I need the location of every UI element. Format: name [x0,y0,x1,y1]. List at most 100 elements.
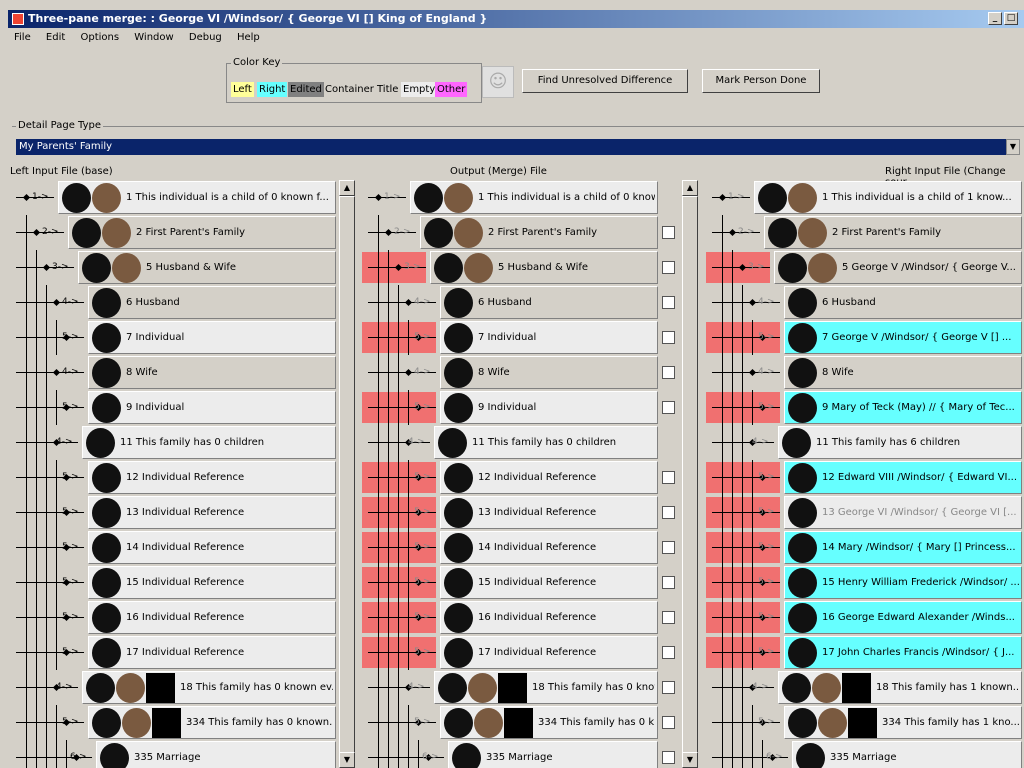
tree-row[interactable]: 2-> 2 First Parent's Family [706,215,1024,250]
menu-help[interactable]: Help [231,29,266,46]
resolve-checkbox[interactable] [662,716,675,729]
mark-person-done-button[interactable]: Mark Person Done [702,69,820,93]
tree-card[interactable]: 2 First Parent's Family [68,216,336,249]
tree-row[interactable]: 5-> 13 Individual Reference [10,495,338,530]
tree-row[interactable]: 5-> 13 George VI /Windsor/ { George VI [.… [706,495,1024,530]
resolve-checkbox[interactable] [662,331,675,344]
tree-card[interactable]: 14 Individual Reference [440,531,658,564]
maximize-button[interactable]: □ [1004,12,1018,25]
tree-row[interactable]: 5-> 9 Individual [362,390,680,425]
tree-card[interactable]: 5 Husband & Wife [78,251,336,284]
scroll-up-icon[interactable]: ▲ [682,180,698,196]
tree-row[interactable]: 4-> 6 Husband [362,285,680,320]
tree-row[interactable]: 5-> 12 Individual Reference [362,460,680,495]
output-pane[interactable]: 1-> 1 This individual is a child of 0 kno… [362,180,698,768]
tree-row[interactable]: 5-> 16 Individual Reference [10,600,338,635]
tree-row[interactable]: 4-> 11 This family has 0 children [362,425,680,460]
tree-card[interactable]: 14 Mary /Windsor/ { Mary [] Princess... [784,531,1022,564]
tree-node-icon[interactable] [42,263,51,272]
tree-card[interactable]: 7 Individual [440,321,658,354]
tree-row[interactable]: 5-> 17 John Charles Francis /Windsor/ { J… [706,635,1024,670]
resolve-checkbox[interactable] [662,751,675,764]
tree-node-icon[interactable] [404,368,413,377]
tree-row[interactable]: 4-> 8 Wife [362,355,680,390]
resolve-checkbox[interactable] [662,261,675,274]
tree-card[interactable]: 11 This family has 6 children [778,426,1022,459]
menu-window[interactable]: Window [128,29,179,46]
menu-options[interactable]: Options [74,29,125,46]
tree-card[interactable]: 7 Individual [88,321,336,354]
tree-card[interactable]: 1 This individual is a child of 1 know..… [754,181,1022,214]
tree-node-icon[interactable] [374,193,383,202]
tree-card[interactable]: 334 This family has 1 kno... [784,706,1022,739]
tree-row[interactable]: 5-> 9 Mary of Teck (May) // { Mary of Tec… [706,390,1024,425]
tree-card[interactable]: 17 Individual Reference [88,636,336,669]
tree-card[interactable]: 335 Marriage [96,741,336,768]
tree-card[interactable]: 11 This family has 0 children [82,426,336,459]
tree-node-icon[interactable] [718,193,727,202]
tree-node-icon[interactable] [384,228,393,237]
tree-row[interactable]: 5-> 17 Individual Reference [362,635,680,670]
tree-row[interactable]: 4-> 6 Husband [10,285,338,320]
tree-node-icon[interactable] [748,368,757,377]
left-scrollbar[interactable]: ▲ ▼ [339,180,355,768]
tree-row[interactable]: 5-> 9 Individual [10,390,338,425]
tree-card[interactable]: 6 Husband [784,286,1022,319]
tree-row[interactable]: 4-> 11 This family has 6 children [706,425,1024,460]
tree-row[interactable]: 3-> 5 George V /Windsor/ { George V... [706,250,1024,285]
tree-node-icon[interactable] [728,228,737,237]
right-pane[interactable]: 1-> 1 This individual is a child of 1 kno… [706,180,1024,768]
tree-row[interactable]: 1-> 1 This individual is a child of 0 kno… [10,180,338,215]
menu-edit[interactable]: Edit [40,29,71,46]
tree-node-icon[interactable] [52,368,61,377]
tree-card[interactable]: 1 This individual is a child of 0 known … [58,181,336,214]
tree-card[interactable]: 8 Wife [784,356,1022,389]
menu-file[interactable]: File [8,29,37,46]
tree-row[interactable]: 5-> 14 Mary /Windsor/ { Mary [] Princess.… [706,530,1024,565]
resolve-checkbox[interactable] [662,366,675,379]
tree-row[interactable]: 5-> 7 George V /Windsor/ { George V [] ..… [706,320,1024,355]
resolve-checkbox[interactable] [662,296,675,309]
menu-debug[interactable]: Debug [183,29,228,46]
tree-row[interactable]: 5-> 7 Individual [362,320,680,355]
tree-row[interactable]: 1-> 1 This individual is a child of 0 kno… [362,180,680,215]
tree-row[interactable]: 5-> 14 Individual Reference [362,530,680,565]
tree-row[interactable]: 5-> 17 Individual Reference [10,635,338,670]
tree-card[interactable]: 2 First Parent's Family [764,216,1022,249]
tree-card[interactable]: 2 First Parent's Family [420,216,658,249]
tree-card[interactable]: 5 Husband & Wife [430,251,658,284]
tree-card[interactable]: 12 Individual Reference [440,461,658,494]
tree-row[interactable]: 5-> 15 Individual Reference [10,565,338,600]
tree-row[interactable]: 5-> 12 Edward VIII /Windsor/ { Edward VI.… [706,460,1024,495]
tree-row[interactable]: 5-> 12 Individual Reference [10,460,338,495]
tree-card[interactable]: 14 Individual Reference [88,531,336,564]
tree-row[interactable]: 5-> 16 Individual Reference [362,600,680,635]
tree-card[interactable]: 12 Individual Reference [88,461,336,494]
tree-node-icon[interactable] [404,298,413,307]
tree-card[interactable]: 16 Individual Reference [440,601,658,634]
tree-card[interactable]: 335 Marriage [448,741,658,768]
output-scrollbar[interactable]: ▲ ▼ [682,180,698,768]
scroll-down-icon[interactable]: ▼ [339,752,355,768]
tree-row[interactable]: 6-> 335 Marriage [10,740,338,768]
tree-card[interactable]: 13 Individual Reference [440,496,658,529]
tree-row[interactable]: 6-> 335 Marriage [706,740,1024,768]
tree-card[interactable]: 334 This family has 0 know... [440,706,658,739]
tree-card[interactable]: 334 This family has 0 known... [88,706,336,739]
tree-row[interactable]: 5-> 15 Henry William Frederick /Windsor/ … [706,565,1024,600]
tree-row[interactable]: 4-> 18 This family has 0 known ... [362,670,680,705]
tree-row[interactable]: 5-> 334 This family has 0 known... [10,705,338,740]
tree-node-icon[interactable] [22,193,31,202]
tree-card[interactable]: 8 Wife [440,356,658,389]
tree-row[interactable]: 5-> 15 Individual Reference [362,565,680,600]
tree-card[interactable]: 13 George VI /Windsor/ { George VI [... [784,496,1022,529]
resolve-checkbox[interactable] [662,226,675,239]
tree-row[interactable]: 5-> 14 Individual Reference [10,530,338,565]
tree-row[interactable]: 2-> 2 First Parent's Family [10,215,338,250]
tree-card[interactable]: 12 Edward VIII /Windsor/ { Edward VI... [784,461,1022,494]
tree-card[interactable]: 6 Husband [440,286,658,319]
scroll-down-icon[interactable]: ▼ [682,752,698,768]
tree-card[interactable]: 15 Henry William Frederick /Windsor/ ... [784,566,1022,599]
tree-card[interactable]: 7 George V /Windsor/ { George V [] ... [784,321,1022,354]
tree-card[interactable]: 15 Individual Reference [440,566,658,599]
